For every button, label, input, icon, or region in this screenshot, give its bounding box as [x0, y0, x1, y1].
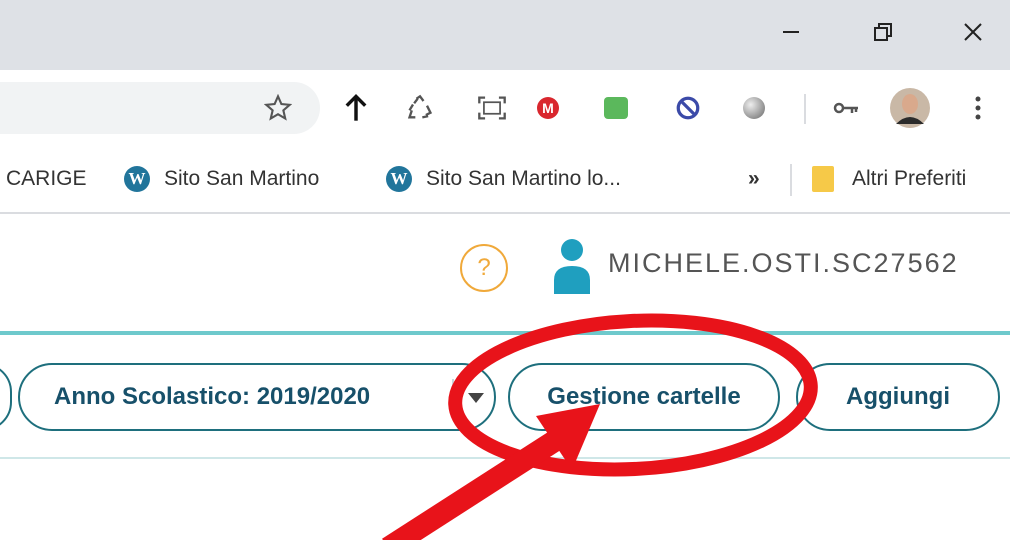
user-icon: [554, 239, 590, 294]
sphere-icon: [743, 97, 765, 119]
add-button[interactable]: Aggiungi: [796, 363, 1000, 431]
profile-avatar: [890, 88, 930, 128]
restore-icon: [874, 23, 892, 41]
mega-icon: M: [537, 97, 559, 119]
browser-toolbar: M: [0, 70, 1010, 150]
block-extension-button[interactable]: [672, 92, 704, 124]
close-window-button[interactable]: [950, 12, 996, 52]
browser-menu-button[interactable]: [962, 92, 994, 124]
bookmark-sito-san-martino[interactable]: W Sito San Martino: [124, 164, 319, 194]
other-bookmarks-folder[interactable]: Altri Preferiti: [812, 164, 966, 194]
star-icon: [264, 94, 292, 121]
toolbar-separator: [804, 94, 806, 124]
bookmark-star-button[interactable]: [262, 92, 294, 124]
screenshot-icon: [478, 96, 506, 120]
bookmark-label: Sito San Martino lo...: [426, 167, 621, 190]
bookmarks-overflow-button[interactable]: »: [748, 164, 760, 194]
school-year-select[interactable]: Anno Scolastico: 2019/2020: [18, 363, 496, 431]
menu-dots-icon: [975, 96, 981, 120]
help-icon: ?: [477, 254, 491, 281]
help-button[interactable]: ?: [460, 244, 508, 292]
bookmark-carige[interactable]: CARIGE: [6, 164, 87, 194]
folder-icon: [812, 166, 834, 192]
bookmark-label: CARIGE: [6, 167, 87, 190]
bookmark-label: Sito San Martino: [164, 167, 320, 190]
restore-button[interactable]: [860, 12, 906, 52]
manage-folders-button[interactable]: Gestione cartelle: [508, 363, 780, 431]
previous-pill-edge[interactable]: [0, 363, 12, 431]
minimize-button[interactable]: [768, 12, 814, 52]
bookmark-sito-san-martino-lo[interactable]: W Sito San Martino lo...: [386, 164, 621, 194]
green-extension-icon: [604, 97, 628, 119]
bookmarks-separator: [790, 164, 792, 196]
mega-extension-button[interactable]: M: [532, 92, 564, 124]
content-divider: [0, 457, 1010, 459]
school-year-label: Anno Scolastico: 2019/2020: [54, 383, 371, 410]
arrow-shaft: [382, 430, 562, 540]
profile-button[interactable]: [890, 88, 930, 128]
bookmarks-bar: CARIGE W Sito San Martino W Sito San Mar…: [0, 150, 1010, 214]
select-divider: [452, 379, 454, 417]
add-label: Aggiungi: [846, 383, 950, 410]
upload-arrow-icon: [345, 94, 367, 121]
close-icon: [964, 23, 982, 41]
green-extension-button[interactable]: [600, 92, 632, 124]
caret-down-icon: [468, 393, 484, 403]
key-icon: [833, 102, 858, 114]
password-button[interactable]: [830, 92, 862, 124]
block-icon: [676, 96, 700, 120]
manage-folders-label: Gestione cartelle: [547, 383, 741, 410]
window-title-bar: [0, 0, 1010, 70]
minimize-icon: [783, 31, 799, 33]
header-divider: [0, 331, 1010, 335]
recycle-icon: [407, 94, 433, 119]
wordpress-icon: W: [386, 166, 412, 192]
wordpress-icon: W: [124, 166, 150, 192]
sphere-extension-button[interactable]: [738, 92, 770, 124]
screenshot-extension-button[interactable]: [476, 92, 508, 124]
recycle-extension-button[interactable]: [404, 92, 436, 124]
overflow-chevron-icon: »: [748, 167, 760, 190]
upload-extension-button[interactable]: [340, 92, 372, 124]
username-label: MICHELE.OSTI.SC27562: [608, 248, 959, 278]
other-bookmarks-label: Altri Preferiti: [852, 167, 967, 190]
